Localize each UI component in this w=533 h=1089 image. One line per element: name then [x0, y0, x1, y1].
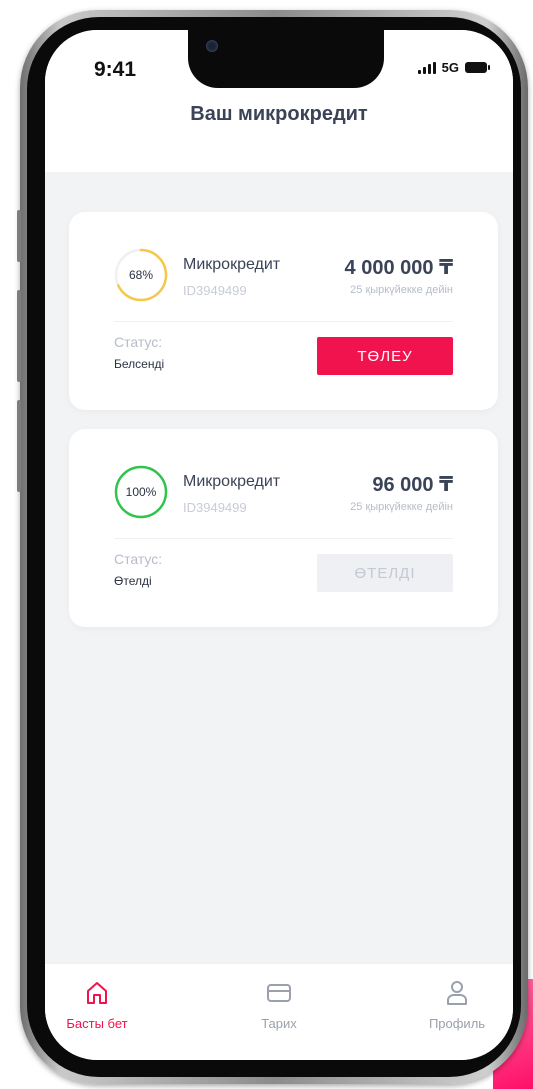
pay-button[interactable]: ТӨЛЕУ: [317, 337, 453, 375]
loan-id: ID3949499: [183, 283, 247, 298]
profile-icon: [447, 981, 467, 1005]
loan-amount: 96 000 ₸: [372, 474, 453, 496]
divider: [114, 321, 453, 322]
tab-profile-label: Профиль: [428, 1016, 486, 1031]
progress-ring: 100%: [114, 465, 168, 519]
loan-amount: 4 000 000 ₸: [344, 257, 453, 279]
side-button: [17, 210, 21, 262]
progress-ring: 68%: [114, 248, 168, 302]
header: 9:41 5G Ваш микрокредит: [45, 30, 513, 172]
progress-percent: 100%: [125, 485, 157, 499]
loan-title: Микрокредит: [183, 256, 281, 273]
status-label: Статус:: [114, 334, 163, 350]
loan-card[interactable]: 100% Микрокредит ID3949499 96 000 ₸ 25 қ…: [69, 429, 498, 627]
tab-home-label: Басты бет: [66, 1016, 128, 1031]
tab-bar: Басты бет Тарих Профиль: [45, 963, 513, 1060]
signal-icon: [417, 61, 436, 74]
page-title: Ваш микрокредит: [190, 103, 368, 125]
loan-title: Микрокредит: [183, 473, 281, 490]
loan-due-date: 25 қыркүйекке дейін: [350, 284, 453, 296]
side-button: [17, 290, 21, 382]
status-value: Өтелді: [114, 574, 152, 588]
loan-id: ID3949499: [183, 500, 247, 515]
battery-icon: [465, 62, 490, 73]
tab-history-label: Тарих: [261, 1016, 297, 1031]
app-screen: 9:41 5G Ваш микрокредит 68% Микрокредит …: [45, 30, 513, 1060]
divider: [114, 538, 453, 539]
tab-home[interactable]: Басты бет: [45, 978, 152, 1031]
side-button: [17, 400, 21, 492]
status-value: Белсенді: [114, 357, 165, 371]
status-label: Статус:: [114, 551, 163, 567]
loan-card[interactable]: 68% Микрокредит ID3949499 4 000 000 ₸ 25…: [69, 212, 498, 410]
network-label: 5G: [441, 60, 459, 75]
home-icon: [87, 982, 107, 1004]
loan-due-date: 25 қыркүйекке дейін: [350, 501, 453, 513]
paid-button[interactable]: ӨТЕЛДІ: [317, 554, 453, 592]
status-indicators: 5G: [417, 60, 490, 75]
card-icon: [267, 984, 291, 1002]
tab-profile[interactable]: Профиль: [402, 978, 512, 1031]
status-time: 9:41: [94, 58, 137, 81]
tab-history[interactable]: Тарих: [224, 978, 334, 1031]
notch: [188, 30, 384, 88]
progress-percent: 68%: [128, 268, 154, 282]
camera-icon: [206, 40, 218, 52]
